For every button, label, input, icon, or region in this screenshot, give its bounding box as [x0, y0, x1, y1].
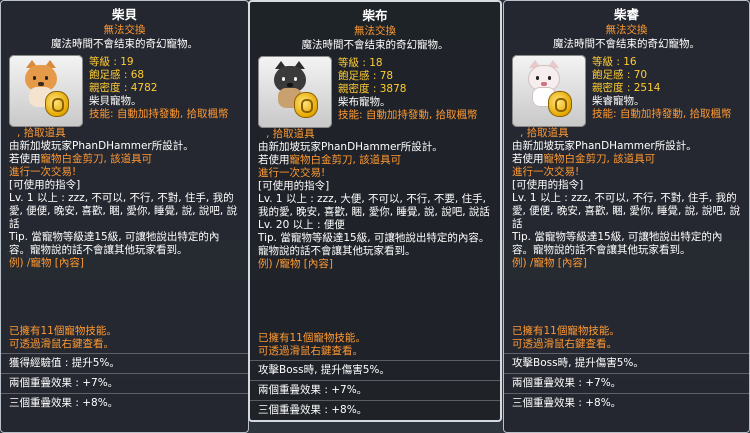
pet-closeness: 親密度 : 4782	[89, 82, 158, 94]
scissor-note-2: 進行一次交易!	[9, 166, 77, 178]
tip-text: Tip. 當寵物等級達15級, 可讓牠說出特定的內容。寵物說的話不會讓其他玩家看…	[258, 232, 490, 257]
commands-header: [可使用的指令]	[258, 180, 330, 192]
scissor-note-2: 進行一次交易!	[258, 167, 326, 179]
commands-list: Lv. 1 以上 : zzz, 不可以, 不行, 不對, 住手, 我的愛, 便便…	[512, 192, 741, 230]
scissor-note: 若使用寵物白金剪刀, 該道具可	[512, 153, 656, 165]
pet-title: 柴睿	[613, 7, 639, 22]
mouse-hint: 可透過滑鼠右鍵查看。	[258, 345, 363, 357]
effect-main: 攻擊Boss時, 提升傷害5%。	[504, 353, 749, 373]
tip-text: Tip. 當寵物等級達15級, 可讓牠說出特定的內容。寵物說的話不會讓其他玩家看…	[512, 231, 723, 256]
pet-description: 魔法時間不會结束的奇幻寵物。	[301, 39, 449, 51]
untradeable-label: 無法交換	[605, 24, 648, 36]
commands-header: [可使用的指令]	[9, 179, 81, 191]
example-command: 例) /寵物 [內容]	[258, 258, 334, 270]
pet-maker: 由新加坡玩家PhanDHammer所設計。	[9, 140, 194, 152]
effect-main: 獲得經驗值 : 提升5%。	[1, 353, 248, 373]
pet-name-line: 柴布寵物。	[338, 96, 391, 108]
effect-two-stack: 兩個重疊效果 : +7%。	[1, 373, 248, 393]
pet-level: 等級 : 18	[338, 57, 383, 69]
scissor-note-2: 進行一次交易!	[512, 166, 580, 178]
gold-coin-icon	[45, 91, 69, 117]
effect-three-stack: 三個重疊效果 : +8%。	[1, 393, 248, 413]
mouse-hint: 可透過滑鼠右鍵查看。	[9, 338, 114, 350]
effect-three-stack: 三個重疊效果 : +8%。	[504, 393, 749, 413]
pet-fullness: 飽足感 : 70	[592, 69, 648, 81]
pet-fullness: 飽足感 : 78	[338, 70, 394, 82]
gold-coin-icon	[294, 92, 318, 118]
pet-name-line: 柴貝寵物。	[89, 95, 142, 107]
pet-tooltip-chaibu: 柴布 無法交換 魔法時間不會结束的奇幻寵物。 等級 : 18 飽足感 : 78 …	[248, 0, 502, 422]
pet-closeness: 親密度 : 3878	[338, 83, 407, 95]
owned-skills: 已擁有11個寵物技能。	[9, 325, 117, 337]
pet-title: 柴布	[362, 8, 388, 23]
pet-level: 等級 : 16	[592, 56, 637, 68]
pet-icon-frame	[9, 55, 83, 127]
effect-three-stack: 三個重疊效果 : +8%。	[250, 400, 500, 420]
pet-maker: 由新加坡玩家PhanDHammer所設計。	[512, 140, 697, 152]
effect-two-stack: 兩個重疊效果 : +7%。	[504, 373, 749, 393]
pet-skill-line: 技能: 自動加持發動, 拾取楓幣	[592, 108, 732, 120]
gold-coin-icon	[548, 91, 572, 117]
pet-skill-line-2: , 拾取道具	[266, 128, 315, 140]
pet-skill-line: 技能: 自動加持發動, 拾取楓幣	[89, 108, 229, 120]
commands-list: Lv. 1 以上 : zzz, 不可以, 不行, 不對, 住手, 我的愛, 便便…	[9, 192, 238, 230]
pet-skill-line-2: , 拾取道具	[520, 127, 569, 139]
scissor-note: 若使用寵物白金剪刀, 該道具可	[9, 153, 153, 165]
pet-skill-line-2: , 拾取道具	[17, 127, 66, 139]
scissor-note: 若使用寵物白金剪刀, 該道具可	[258, 154, 402, 166]
example-command: 例) /寵物 [內容]	[9, 257, 85, 269]
pet-description: 魔法時間不會结束的奇幻寵物。	[553, 38, 700, 50]
pet-title: 柴貝	[111, 7, 137, 22]
commands-list-2: Lv. 20 以上 : 便便	[258, 219, 345, 231]
pet-icon-frame	[512, 55, 586, 127]
mouse-hint: 可透過滑鼠右鍵查看。	[512, 338, 617, 350]
owned-skills: 已擁有11個寵物技能。	[512, 325, 620, 337]
effect-two-stack: 兩個重疊效果 : +7%。	[250, 380, 500, 400]
pet-description: 魔法時間不會结束的奇幻寵物。	[51, 38, 198, 50]
pet-tooltip-chairui: 柴睿 無法交換 魔法時間不會结束的奇幻寵物。 等級 : 16 飽足感 : 70 …	[503, 0, 750, 433]
pet-level: 等級 : 19	[89, 56, 134, 68]
tip-text: Tip. 當寵物等級達15級, 可讓牠說出特定的內容。寵物說的話不會讓其他玩家看…	[9, 231, 220, 256]
effect-main: 攻擊Boss時, 提升傷害5%。	[250, 360, 500, 380]
example-command: 例) /寵物 [內容]	[512, 257, 588, 269]
pet-maker: 由新加坡玩家PhanDHammer所設計。	[258, 141, 443, 153]
scissor-item-name: 寵物白金剪刀	[40, 153, 104, 165]
pet-tooltip-chaibei: 柴貝 無法交換 魔法時間不會结束的奇幻寵物。 等級 : 19 飽足感 : 68 …	[0, 0, 249, 433]
pet-fullness: 飽足感 : 68	[89, 69, 145, 81]
pet-skill-line: 技能: 自動加持發動, 拾取楓幣	[338, 109, 478, 121]
untradeable-label: 無法交換	[103, 24, 146, 36]
untradeable-label: 無法交換	[354, 25, 396, 37]
scissor-item-name: 寵物白金剪刀	[543, 153, 607, 165]
pet-name-line: 柴睿寵物。	[592, 95, 645, 107]
owned-skills: 已擁有11個寵物技能。	[258, 332, 366, 344]
scissor-item-name: 寵物白金剪刀	[289, 154, 353, 166]
pet-closeness: 親密度 : 2514	[592, 82, 661, 94]
commands-list: Lv. 1 以上 : zzz, 大便, 不可以, 不行, 不要, 住手, 我的愛…	[258, 193, 490, 218]
pet-icon-frame	[258, 56, 332, 128]
commands-header: [可使用的指令]	[512, 179, 584, 191]
